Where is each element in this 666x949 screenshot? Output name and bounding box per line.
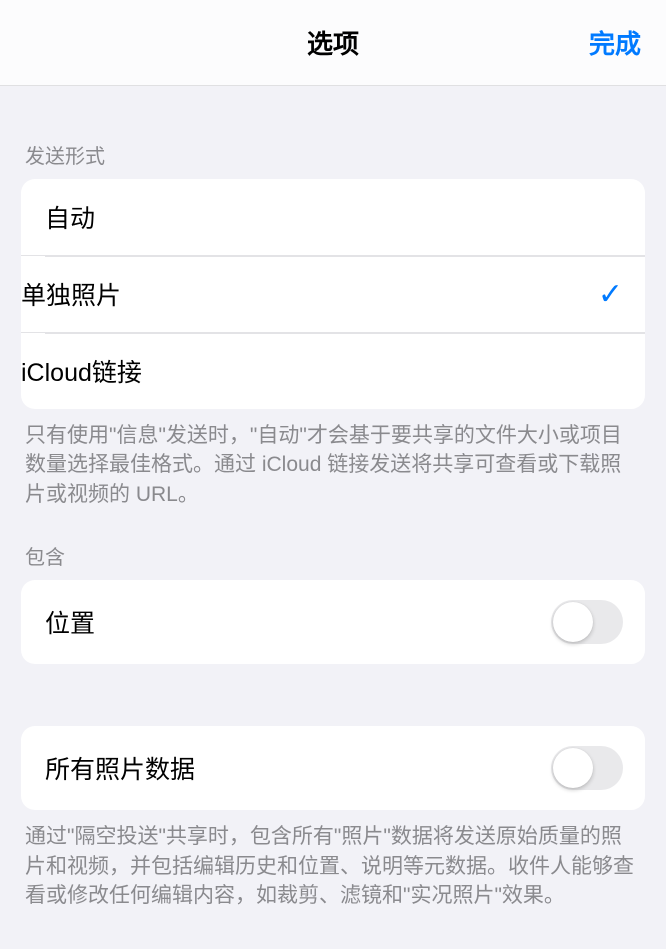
send-option-icloud-label: iCloud链接	[21, 353, 142, 389]
send-option-individual[interactable]: 单独照片 ✓	[21, 255, 645, 332]
send-option-individual-label: 单独照片	[21, 276, 121, 312]
all-photo-data-label: 所有照片数据	[45, 750, 195, 786]
location-toggle[interactable]	[551, 600, 623, 644]
send-option-auto-label: 自动	[45, 199, 95, 235]
done-button[interactable]: 完成	[589, 24, 641, 61]
navigation-bar: 选项 完成	[0, 0, 666, 86]
all-photo-data-toggle[interactable]	[551, 746, 623, 790]
location-row: 位置	[21, 580, 645, 664]
send-format-header: 发送形式	[0, 140, 666, 179]
all-photo-data-footer: 通过"隔空投送"共享时，包含所有"照片"数据将发送原始质量的照片和视频，并包括编…	[0, 810, 666, 910]
checkmark-icon: ✓	[598, 277, 623, 312]
toggle-knob	[553, 748, 593, 788]
page-title: 选项	[0, 24, 666, 61]
send-format-footer: 只有使用"信息"发送时，"自动"才会基于要共享的文件大小或项目数量选择最佳格式。…	[0, 409, 666, 509]
send-format-group: 自动 单独照片 ✓ iCloud链接	[21, 179, 645, 409]
send-option-auto[interactable]: 自动	[21, 179, 645, 255]
include-location-group: 位置	[21, 580, 645, 664]
location-label: 位置	[45, 604, 95, 640]
include-header: 包含	[0, 541, 666, 580]
all-photo-data-group: 所有照片数据	[21, 726, 645, 810]
send-option-icloud[interactable]: iCloud链接	[21, 332, 645, 409]
all-photo-data-row: 所有照片数据	[21, 726, 645, 810]
toggle-knob	[553, 602, 593, 642]
